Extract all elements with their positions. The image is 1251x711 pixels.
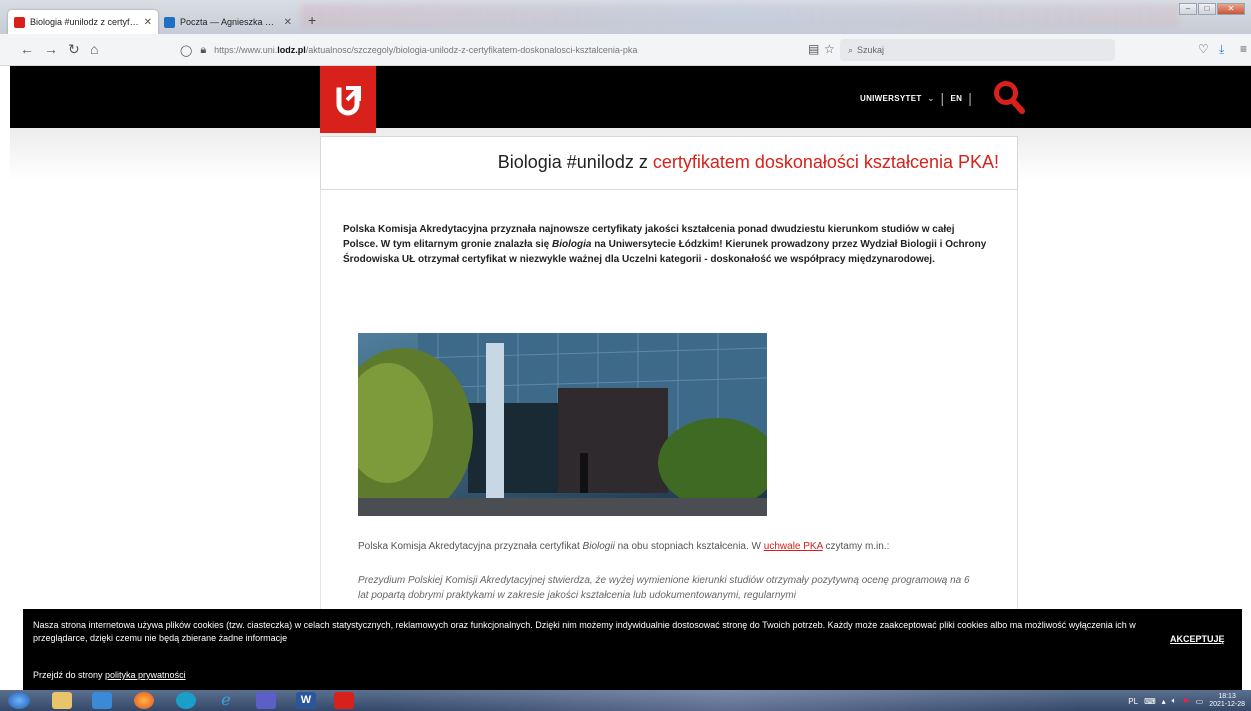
article-paragraph: Polska Komisja Akredytacyjna przyznała c… [358, 541, 889, 552]
article-photo [358, 333, 767, 516]
lead-emphasis: Biologia [551, 239, 592, 250]
tab-poczta[interactable]: Poczta — Agnieszka Wolańska ✕ [158, 10, 298, 34]
chevron-down-icon[interactable]: ⌄ [928, 94, 935, 103]
minimize-button[interactable]: – [1179, 3, 1197, 15]
new-tab-button[interactable]: + [308, 12, 316, 28]
para-text: na obu stopniach kształcenia. W [614, 541, 764, 552]
nav-divider: | [968, 90, 973, 106]
tab-biologia[interactable]: Biologia #unilodz z certyfikatem ✕ [8, 10, 158, 34]
cookie-message: Nasza strona internetowa używa plików co… [33, 620, 1136, 643]
article-title-box: Biologia #unilodz z certyfikatem doskona… [320, 136, 1018, 190]
para-text: Polska Komisja Akredytacyjna przyznała c… [358, 541, 583, 552]
para-emphasis: Biologii [582, 541, 615, 552]
url-domain: lodz.pl [277, 45, 306, 55]
clock-time: 18:13 [1218, 693, 1236, 700]
uchwala-pka-link[interactable]: uchwale PKA [764, 541, 823, 552]
search-icon: ⌕ [848, 44, 854, 55]
search-input[interactable]: ⌕ Szukaj [840, 39, 1115, 61]
taskbar-glow [380, 690, 1080, 711]
site-nav: UNIWERSYTET ⌄ | EN | [860, 90, 972, 106]
close-window-button[interactable]: ✕ [1217, 3, 1245, 15]
title-plain: Biologia #unilodz z [497, 152, 653, 172]
ul-favicon-icon [14, 16, 25, 28]
firefox-icon[interactable] [134, 692, 154, 709]
search-placeholder: Szukaj [857, 45, 885, 55]
bookmark-star-icon[interactable]: ☆ [824, 42, 835, 56]
keyboard-icon[interactable]: ⌨ [1144, 697, 1156, 706]
nav-university[interactable]: UNIWERSYTET [860, 94, 922, 103]
pocket-icon[interactable]: ♡ [1198, 42, 1209, 56]
window-controls: – □ ✕ [1179, 3, 1245, 15]
article-quote: Prezydium Polskiej Komisji Akredytacyjne… [358, 575, 970, 601]
maximize-button[interactable]: □ [1198, 3, 1216, 15]
tab-close-icon[interactable]: ✕ [284, 17, 292, 28]
menu-icon[interactable]: ≡ [1240, 42, 1247, 56]
browser-titlebar: Biologia #unilodz z certyfikatem ✕ Poczt… [0, 0, 1251, 34]
teams-icon[interactable] [256, 692, 276, 709]
back-arrow-icon[interactable]: ← [20, 41, 34, 57]
clock-date: 2021-12-28 [1209, 701, 1245, 708]
cookie-banner: Nasza strona internetowa używa plików co… [23, 609, 1242, 690]
home-icon[interactable]: ⌂ [90, 41, 98, 57]
language-indicator[interactable]: PL [1128, 697, 1138, 706]
volume-icon[interactable]: 🔈︎ [1172, 696, 1177, 706]
tab-title: Biologia #unilodz z certyfikatem [30, 17, 140, 27]
outlook-favicon-icon [164, 16, 175, 28]
tab-close-icon[interactable]: ✕ [144, 17, 152, 28]
start-button-icon[interactable] [8, 692, 30, 709]
acrobat-icon[interactable] [334, 692, 354, 709]
tab-title: Poczta — Agnieszka Wolańska [180, 17, 280, 27]
lock-icon[interactable]: 🔒︎ [200, 44, 206, 57]
site-header [10, 66, 1251, 128]
privacy-prefix: Przejdź do strony [33, 670, 106, 680]
network-icon[interactable]: ▭ [1196, 697, 1204, 706]
titlebar-background [300, 4, 1180, 28]
shield-icon[interactable]: ◯ [180, 44, 192, 57]
para-text: czytamy m.in.: [822, 541, 890, 552]
url-prefix: https://www.uni. [214, 45, 278, 55]
download-icon[interactable]: ⤓ [1219, 42, 1224, 57]
article-lead: Polska Komisja Akredytacyjna przyznała n… [343, 222, 988, 267]
address-bar[interactable]: ◯ 🔒︎ https://www.uni. lodz.pl/aktualnosc/… [180, 39, 835, 61]
site-search-icon[interactable] [993, 80, 1025, 114]
reload-icon[interactable]: ↻ [68, 41, 80, 58]
media-player-icon[interactable] [92, 692, 112, 709]
privacy-line: Przejdź do strony polityka prywatności [33, 670, 186, 680]
windows-taskbar: ℯ W PL ⌨ ▴ 🔈︎ ⚑ ▭ 18:13 2021-12-28 [0, 690, 1251, 711]
accept-cookies-button[interactable]: AKCEPTUJĘ [1170, 634, 1225, 644]
ul-logo-icon [336, 85, 361, 115]
privacy-policy-link[interactable]: polityka prywatności [105, 670, 186, 680]
system-clock[interactable]: 18:13 2021-12-28 [1209, 693, 1245, 709]
action-center-flag-icon[interactable]: ⚑ [1182, 697, 1189, 706]
building-photo-image [358, 333, 767, 516]
show-hidden-icons-icon[interactable]: ▴ [1162, 697, 1166, 706]
nav-lang-en[interactable]: EN [950, 94, 962, 103]
ul-logo[interactable] [320, 66, 376, 133]
system-tray: PL ⌨ ▴ 🔈︎ ⚑ ▭ 18:13 2021-12-28 [1128, 693, 1245, 709]
page-title: Biologia #unilodz z certyfikatem doskona… [498, 152, 999, 173]
title-highlight: certyfikatem doskonałości kształcenia PK… [652, 152, 999, 172]
edge-icon[interactable] [176, 692, 196, 709]
word-icon[interactable]: W [296, 692, 316, 709]
file-explorer-icon[interactable] [52, 692, 72, 709]
nav-divider: | [940, 90, 945, 106]
url-path: /aktualnosc/szczegoly/biologia-unilodz-z… [305, 45, 638, 55]
browser-navbar: ← → ↻ ⌂ ◯ 🔒︎ https://www.uni. lodz.pl/akt… [0, 34, 1251, 66]
forward-arrow-icon[interactable]: → [44, 41, 58, 57]
reader-view-icon[interactable]: ▤ [808, 42, 819, 56]
internet-explorer-icon[interactable]: ℯ [216, 692, 236, 709]
